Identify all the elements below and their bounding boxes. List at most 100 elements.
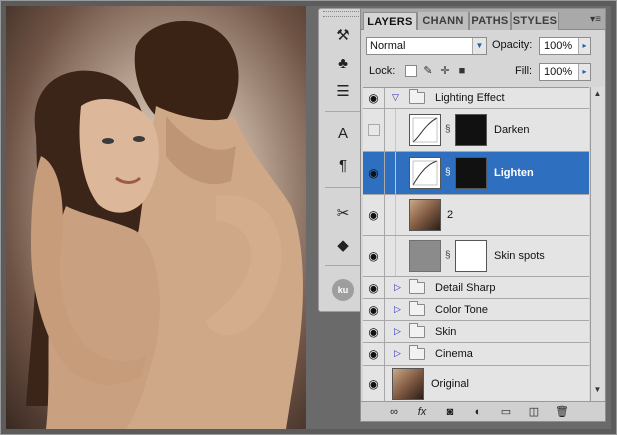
layer-skin-spots[interactable]: ◉ § Skin spots xyxy=(363,236,589,277)
ku-badge[interactable]: ku xyxy=(332,279,354,301)
fill-field[interactable]: 100% ▸ xyxy=(539,63,591,81)
mask-thumbnail xyxy=(455,157,487,189)
chevron-down-icon[interactable]: ▼ xyxy=(472,38,486,54)
move-icon[interactable]: ⚒ xyxy=(329,23,357,47)
mask-thumbnail xyxy=(455,240,487,272)
tool-strip-grip[interactable] xyxy=(323,11,361,17)
tab-layers[interactable]: LAYERS xyxy=(363,12,417,30)
fill-label: Fill: xyxy=(515,65,533,77)
layer-name: 2 xyxy=(447,209,454,221)
link-layers-icon[interactable]: ∞ xyxy=(387,405,401,419)
tool-separator xyxy=(325,265,361,266)
curves-thumbnail xyxy=(409,114,441,146)
layer-name: Color Tone xyxy=(435,303,488,316)
eye-hidden-icon[interactable] xyxy=(363,109,385,151)
layer-name: Detail Sharp xyxy=(435,281,496,294)
mask-icon[interactable]: ◙ xyxy=(443,405,457,419)
blend-mode-select[interactable]: Normal ▼ xyxy=(366,37,487,55)
lock-row: Lock: ✎ ✛ ■ Fill: 100% ▸ xyxy=(361,60,605,84)
triangle-right-icon[interactable]: ▷ xyxy=(394,348,401,359)
paragraph-icon[interactable]: ¶ xyxy=(329,153,357,177)
lock-transparency-icon[interactable] xyxy=(405,65,417,77)
triangle-right-icon[interactable]: ▷ xyxy=(394,326,401,337)
folder-icon xyxy=(409,322,425,338)
layers-scrollbar[interactable]: ▲ ▼ xyxy=(590,87,604,401)
layer-name: Skin xyxy=(435,325,457,338)
triangle-right-icon[interactable]: ▷ xyxy=(394,282,401,293)
type-icon[interactable]: A xyxy=(329,121,357,145)
mask-thumbnail xyxy=(455,114,487,146)
tool-separator xyxy=(325,187,361,188)
3d-icon[interactable]: ◆ xyxy=(329,233,357,257)
layer-name: Cinema xyxy=(435,348,473,360)
scroll-down-icon[interactable]: ▼ xyxy=(591,385,604,398)
panel-menu-icon[interactable]: ▾≡ xyxy=(590,14,601,25)
curves-thumbnail xyxy=(409,157,441,189)
group-indent xyxy=(395,152,396,194)
image-thumbnail xyxy=(409,199,441,231)
fill-value: 100% xyxy=(544,66,573,78)
layer-name: Darken xyxy=(494,124,530,136)
lock-all-icon[interactable]: ■ xyxy=(456,65,468,77)
image-thumbnail xyxy=(409,240,441,272)
group-indent xyxy=(395,236,396,276)
layer-darken[interactable]: § Darken xyxy=(363,109,589,152)
blend-row: Normal ▼ Opacity: 100% ▸ xyxy=(361,34,605,58)
opacity-value: 100% xyxy=(544,40,573,52)
eye-icon[interactable]: ◉ xyxy=(363,299,385,320)
lock-move-icon[interactable]: ✛ xyxy=(439,65,451,77)
eye-icon[interactable]: ◉ xyxy=(363,321,385,342)
eye-icon[interactable]: ◉ xyxy=(363,366,385,402)
eye-icon[interactable]: ◉ xyxy=(363,343,385,365)
tools-icon[interactable]: ✂ xyxy=(329,201,357,225)
tab-paths[interactable]: PATHS xyxy=(469,12,511,30)
blend-mode-value: Normal xyxy=(370,40,406,52)
layer-original[interactable]: ◉ Original xyxy=(363,366,589,402)
panel-tabbar: LAYERS CHANN PATHS STYLES ▾≡ xyxy=(361,9,605,30)
layer-name: Skin spots xyxy=(494,250,545,262)
folder-icon xyxy=(409,345,425,360)
triangle-right-icon[interactable]: ▷ xyxy=(394,304,401,315)
adjustment-icon[interactable]: ◐ xyxy=(471,405,485,419)
triangle-down-icon[interactable]: ▽ xyxy=(392,92,399,103)
link-icon[interactable]: § xyxy=(445,250,451,261)
layer-lighten[interactable]: ◉ § Lighten xyxy=(363,152,589,195)
folder-icon xyxy=(409,300,425,316)
opacity-label: Opacity: xyxy=(492,39,533,51)
layer-group-skin[interactable]: ◉ ▷ Skin xyxy=(363,321,589,343)
eye-icon[interactable]: ◉ xyxy=(363,277,385,298)
layer-name: Lighten xyxy=(494,167,534,179)
eye-icon[interactable]: ◉ xyxy=(363,152,385,194)
tab-styles[interactable]: STYLES xyxy=(511,12,559,30)
lock-label: Lock: xyxy=(369,65,396,77)
eye-icon[interactable]: ◉ xyxy=(363,88,385,108)
layer-group-cinema[interactable]: ◉ ▷ Cinema xyxy=(363,343,589,366)
image-canvas[interactable] xyxy=(6,6,306,429)
lock-brush-icon[interactable]: ✎ xyxy=(422,65,434,77)
chevron-right-icon[interactable]: ▸ xyxy=(578,38,590,54)
brush-icon[interactable]: ♣ xyxy=(329,51,357,75)
layer-2[interactable]: ◉ 2 xyxy=(363,195,589,236)
scroll-up-icon[interactable]: ▲ xyxy=(591,89,604,102)
group-icon[interactable]: ▭ xyxy=(499,405,513,419)
photo-illustration xyxy=(26,20,303,429)
layer-list: ◉ ▽ Lighting Effect § Darken ◉ § Lighten xyxy=(363,87,589,402)
opacity-field[interactable]: 100% ▸ xyxy=(539,37,591,55)
layer-group-lighting-effect[interactable]: ◉ ▽ Lighting Effect xyxy=(363,88,589,109)
chevron-right-icon[interactable]: ▸ xyxy=(578,64,590,80)
eye-icon[interactable]: ◉ xyxy=(363,236,385,276)
layers-panel: LAYERS CHANN PATHS STYLES ▾≡ Normal ▼ Op… xyxy=(360,8,606,422)
image-thumbnail xyxy=(392,368,424,400)
stamp-icon[interactable]: ☰ xyxy=(329,79,357,103)
trash-icon[interactable]: 🗑 xyxy=(555,405,569,419)
layer-group-color-tone[interactable]: ◉ ▷ Color Tone xyxy=(363,299,589,321)
layer-group-detail-sharp[interactable]: ◉ ▷ Detail Sharp xyxy=(363,277,589,299)
tool-separator xyxy=(325,111,361,112)
link-icon[interactable]: § xyxy=(445,124,451,135)
group-indent xyxy=(395,195,396,235)
tab-channels[interactable]: CHANN xyxy=(417,12,469,30)
new-layer-icon[interactable]: ◫ xyxy=(527,405,541,419)
fx-icon[interactable]: fx xyxy=(415,405,429,419)
link-icon[interactable]: § xyxy=(445,167,451,178)
eye-icon[interactable]: ◉ xyxy=(363,195,385,235)
